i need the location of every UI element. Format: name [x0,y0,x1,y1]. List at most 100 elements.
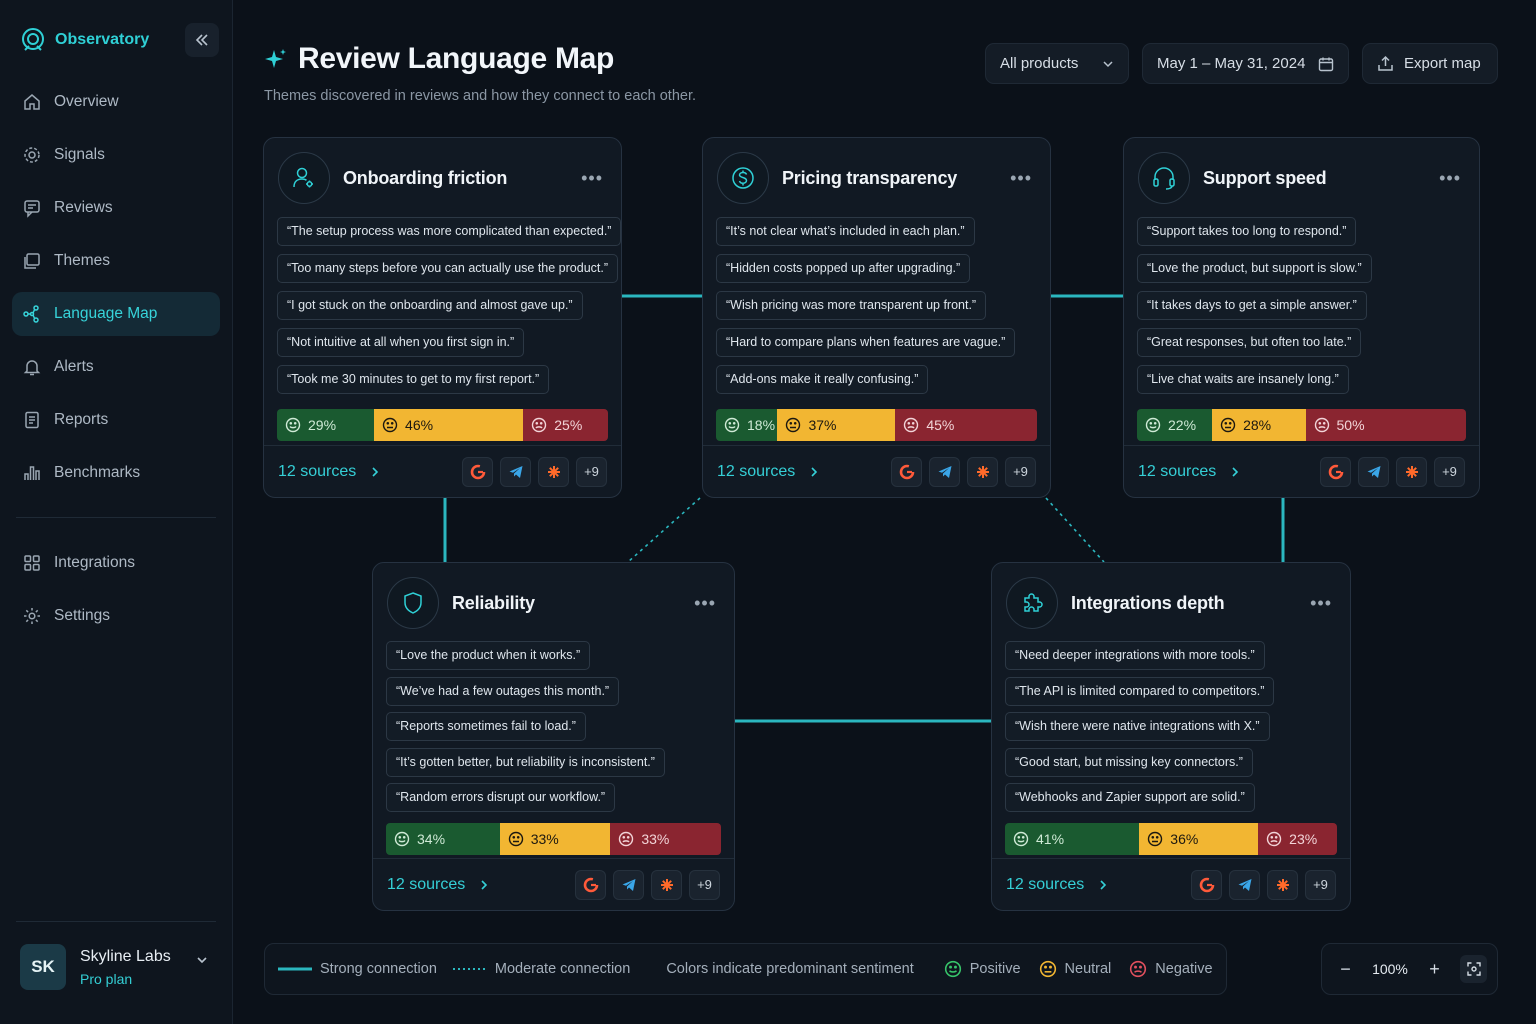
nav-item-reviews[interactable]: Reviews [12,186,220,230]
more-sources-badge[interactable]: +9 [689,869,720,900]
negative-segment: 23% [1258,823,1337,855]
sources-link[interactable]: 12 sources [387,876,575,894]
telegram-icon[interactable] [500,456,531,487]
more-sources-badge[interactable]: +9 [1005,456,1036,487]
headset-icon [1138,152,1190,204]
review-quote[interactable]: “It takes days to get a simple answer.” [1137,291,1367,320]
export-map-button[interactable]: Export map [1362,43,1498,84]
review-quote[interactable]: “Wish pricing was more transparent up fr… [716,291,987,320]
sources-link[interactable]: 12 sources [1006,876,1191,894]
review-quote[interactable]: “I got stuck on the onboarding and almos… [277,291,583,320]
theme-card-onboarding-friction[interactable]: Onboarding friction ••• “The setup proce… [263,137,622,498]
zoom-in-button[interactable]: + [1421,954,1448,984]
signals-icon [24,147,40,163]
more-sources-badge[interactable]: +9 [576,456,607,487]
asterisk-icon[interactable] [651,869,682,900]
date-range-picker[interactable]: May 1 – May 31, 2024 [1142,43,1349,84]
nav-item-language-map[interactable]: Language Map [12,292,220,336]
nav-item-benchmarks[interactable]: Benchmarks [12,451,220,495]
more-options-icon[interactable]: ••• [694,593,716,614]
review-quote[interactable]: “Random errors disrupt our workflow.” [386,783,616,812]
review-quote[interactable]: “Live chat waits are insanely long.” [1137,365,1349,394]
asterisk-icon[interactable] [1267,869,1298,900]
frown-icon [904,417,919,433]
theme-card-pricing-transparency[interactable]: Pricing transparency ••• “It’s not clear… [702,137,1051,498]
review-quote[interactable]: “It’s not clear what’s included in each … [716,217,975,246]
g2-icon[interactable] [462,456,493,487]
sentiment-bar: 22% 28% 50% [1137,409,1466,441]
review-quote[interactable]: “The API is limited compared to competit… [1005,676,1275,706]
sources-link[interactable]: 12 sources [1138,463,1320,481]
g2-icon[interactable] [891,456,922,487]
review-quote[interactable]: “We’ve had a few outages this month.” [386,676,620,706]
nav-item-themes[interactable]: Themes [12,239,220,283]
review-quote[interactable]: “Wish there were native integrations wit… [1005,712,1270,741]
more-options-icon[interactable]: ••• [581,168,603,189]
product-filter-dropdown[interactable]: All products [985,43,1129,84]
review-quote[interactable]: “Need deeper integrations with more tool… [1005,641,1265,670]
review-quote[interactable]: “Reports sometimes fail to load.” [386,712,586,741]
review-quote[interactable]: “Love the product when it works.” [386,641,591,670]
more-options-icon[interactable]: ••• [1439,168,1461,189]
brand[interactable]: Observatory [20,27,149,53]
neutral-face-icon [786,417,801,433]
more-sources-badge[interactable]: +9 [1434,456,1465,487]
more-sources-badge[interactable]: +9 [1305,869,1336,900]
theme-card-reliability[interactable]: Reliability ••• “Love the product when i… [372,562,735,911]
nav-item-integrations[interactable]: Integrations [12,541,220,585]
chevron-down-icon[interactable] [195,953,209,967]
telegram-icon[interactable] [1358,456,1389,487]
card-footer: 12 sources +9 [373,858,734,910]
asterisk-icon[interactable] [1396,456,1427,487]
nav-item-alerts[interactable]: Alerts [12,345,220,389]
sources-link[interactable]: 12 sources [278,463,462,481]
review-quote[interactable]: “Hidden costs popped up after upgrading.… [716,254,971,283]
g2-icon[interactable] [575,869,606,900]
theme-card-support-speed[interactable]: Support speed ••• “Support takes too lon… [1123,137,1480,498]
more-options-icon[interactable]: ••• [1010,168,1032,189]
smile-icon [285,417,301,433]
asterisk-icon[interactable] [967,456,998,487]
review-quote[interactable]: “Add-ons make it really confusing.” [716,365,929,394]
shield-icon [387,577,439,629]
g2-icon[interactable] [1191,869,1222,900]
neutral-percent: 46% [405,417,434,433]
card-title: Support speed [1203,167,1327,188]
nav-item-signals[interactable]: Signals [12,133,220,177]
nav-item-settings[interactable]: Settings [12,594,220,638]
review-quote[interactable]: “Love the product, but support is slow.” [1137,254,1372,283]
review-quote[interactable]: “Good start, but missing key connectors.… [1005,747,1253,777]
review-quote[interactable]: “Great responses, but often too late.” [1137,328,1362,357]
theme-card-integrations-depth[interactable]: Integrations depth ••• “Need deeper inte… [991,562,1351,911]
review-quote[interactable]: “It’s gotten better, but reliability is … [386,747,665,777]
review-quote[interactable]: “Webhooks and Zapier support are solid.” [1005,783,1255,812]
nav-item-reports[interactable]: Reports [12,398,220,442]
neutral-segment: 28% [1212,409,1306,441]
telegram-icon[interactable] [1229,869,1260,900]
telegram-icon[interactable] [613,869,644,900]
review-quote[interactable]: “Hard to compare plans when features are… [716,328,1016,357]
more-options-icon[interactable]: ••• [1310,593,1332,614]
g2-icon[interactable] [1320,456,1351,487]
telegram-icon[interactable] [929,456,960,487]
account-switcher[interactable]: SK Skyline Labs Pro plan [16,921,216,990]
legend-positive-label: Positive [969,961,1021,977]
collapse-sidebar-button[interactable] [185,23,219,57]
card-title: Pricing transparency [782,167,958,188]
review-quote[interactable]: “Not intuitive at all when you first sig… [277,328,525,357]
home-icon [24,94,40,110]
asterisk-icon[interactable] [538,456,569,487]
nav-label: Benchmarks [54,464,141,481]
nav-label: Signals [54,146,105,163]
strong-line-icon [278,967,312,971]
neutral-face-icon [1039,960,1056,978]
review-quote[interactable]: “The setup process was more complicated … [277,217,622,246]
review-quote[interactable]: “Too many steps before you can actually … [277,254,619,283]
review-quote[interactable]: “Support takes too long to respond.” [1137,217,1357,246]
review-quote[interactable]: “Took me 30 minutes to get to my first r… [277,365,550,394]
zoom-controls: − 100% + [1321,943,1498,995]
zoom-out-button[interactable]: − [1332,954,1359,984]
nav-item-overview[interactable]: Overview [12,80,220,124]
fit-to-screen-button[interactable] [1459,955,1488,983]
sources-link[interactable]: 12 sources [717,463,891,481]
